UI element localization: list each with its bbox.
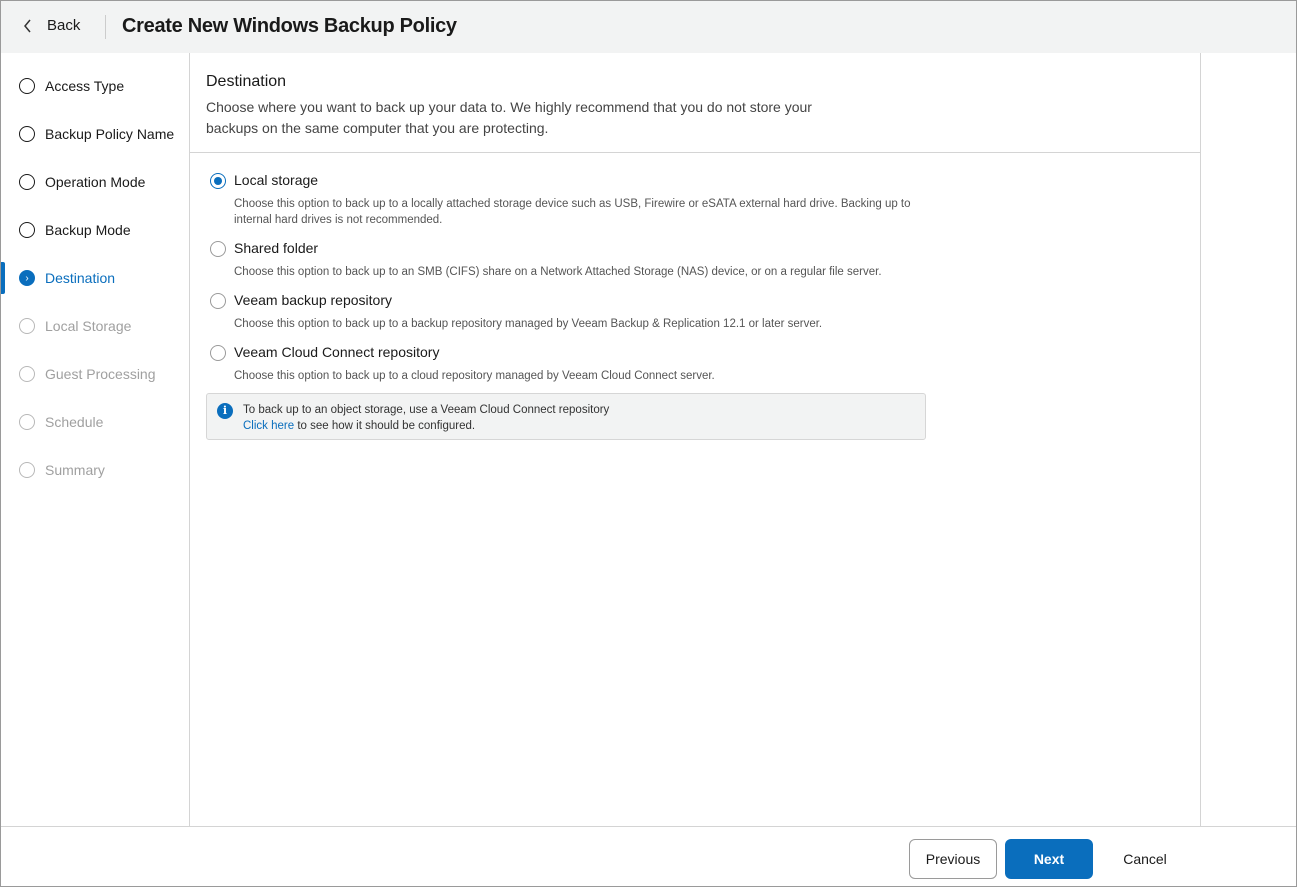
step-circle-icon <box>19 462 35 478</box>
back-button[interactable]: Back <box>23 17 80 34</box>
step-backup-mode[interactable]: Backup Mode <box>1 214 189 246</box>
step-circle-icon <box>19 174 35 190</box>
radio-local-storage[interactable] <box>210 173 226 189</box>
step-operation-mode[interactable]: Operation Mode <box>1 166 189 198</box>
option-label: Veeam Cloud Connect repository <box>234 344 440 360</box>
header-divider <box>105 15 106 39</box>
option-label: Veeam backup repository <box>234 292 392 308</box>
header: Back Create New Windows Backup Policy <box>1 1 1296 53</box>
step-circle-icon <box>19 126 35 142</box>
step-guest-processing: Guest Processing <box>1 358 189 390</box>
step-label: Schedule <box>45 414 104 430</box>
main-panel: Destination Choose where you want to bac… <box>190 53 1201 826</box>
info-link-suffix: to see how it should be configured. <box>294 420 476 432</box>
step-label: Guest Processing <box>45 366 156 382</box>
chevron-right-icon: › <box>19 270 35 286</box>
footer: Previous Next Cancel <box>1 826 1296 886</box>
step-label: Destination <box>45 270 116 286</box>
info-box: i To back up to an object storage, use a… <box>206 393 926 440</box>
previous-button[interactable]: Previous <box>909 839 997 879</box>
step-destination[interactable]: › Destination <box>1 262 189 294</box>
step-circle-icon <box>19 78 35 94</box>
option-description: Choose this option to back up to a local… <box>234 198 911 226</box>
step-local-storage: Local Storage <box>1 310 189 342</box>
info-text: To back up to an object storage, use a V… <box>243 404 610 416</box>
step-label: Summary <box>45 462 105 478</box>
step-schedule: Schedule <box>1 406 189 438</box>
step-access-type[interactable]: Access Type <box>1 70 189 102</box>
step-circle-icon <box>19 414 35 430</box>
step-label: Access Type <box>45 78 125 94</box>
option-label: Shared folder <box>234 240 319 256</box>
step-circle-icon <box>19 366 35 382</box>
step-circle-icon <box>19 318 35 334</box>
step-label: Backup Policy Name <box>45 126 175 142</box>
option-label: Local storage <box>234 172 319 188</box>
chevron-left-icon <box>24 19 31 32</box>
option-description: Choose this option to back up to an SMB … <box>234 266 882 278</box>
step-label: Operation Mode <box>45 174 146 190</box>
radio-veeam-backup-repository[interactable] <box>210 293 226 309</box>
step-summary: Summary <box>1 454 189 486</box>
section-title: Destination <box>206 73 287 90</box>
click-here-link[interactable]: Click here <box>243 420 294 432</box>
step-circle-icon <box>19 222 35 238</box>
back-label: Back <box>47 17 81 34</box>
next-button[interactable]: Next <box>1005 839 1093 879</box>
step-label: Local Storage <box>45 318 132 334</box>
option-description: Choose this option to back up to a backu… <box>234 318 823 330</box>
info-icon: i <box>217 403 233 419</box>
step-label: Backup Mode <box>45 222 131 238</box>
cancel-button[interactable]: Cancel <box>1101 839 1189 879</box>
section-header: Destination Choose where you want to bac… <box>190 53 1201 153</box>
step-backup-policy-name[interactable]: Backup Policy Name <box>1 118 189 150</box>
wizard-steps: Access Type Backup Policy Name Operation… <box>1 53 190 826</box>
page-title: Create New Windows Backup Policy <box>122 15 457 37</box>
option-description: Choose this option to back up to a cloud… <box>234 370 715 382</box>
radio-shared-folder[interactable] <box>210 241 226 257</box>
section-description: Choose where you want to back up your da… <box>206 99 812 136</box>
radio-veeam-cloud-connect[interactable] <box>210 345 226 361</box>
